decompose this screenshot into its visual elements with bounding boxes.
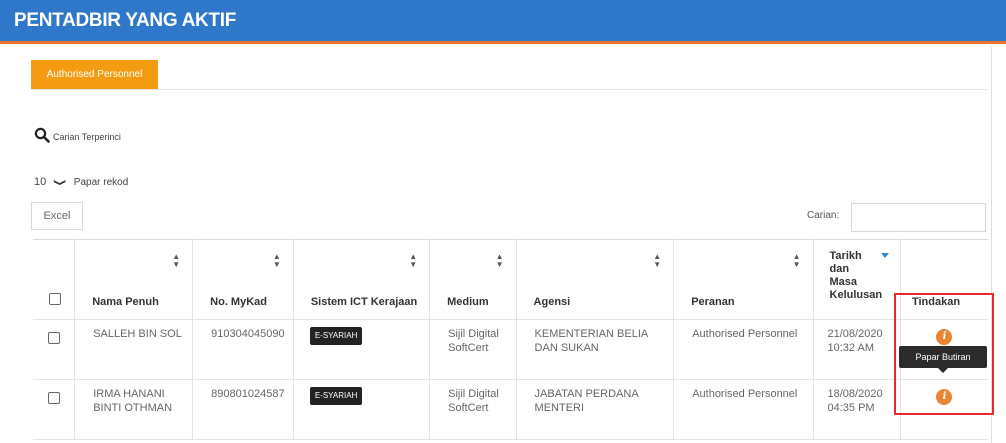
info-icon[interactable]: i [936, 329, 953, 345]
column-header-medium[interactable]: ▲ ▼ Medium [429, 239, 517, 320]
tab-authorised-personnel[interactable]: Authorised Personnel [31, 60, 158, 89]
page-length-label: Papar rekod [73, 176, 129, 188]
excel-export-button[interactable]: Excel [31, 202, 83, 230]
search-label: Carian: [807, 210, 840, 221]
info-icon[interactable]: i [936, 389, 953, 405]
row-checkbox[interactable] [47, 392, 60, 404]
page-length-control: 10 ❯ Papar rekod [34, 176, 128, 188]
cell-peranan: Authorised Personnel [673, 379, 814, 440]
cell-medium: Sijil Digital SoftCert [429, 319, 517, 380]
sort-icon: ▲ ▼ [272, 252, 281, 269]
chevron-down-icon: ❯ [54, 178, 68, 186]
sistem-badge: E-SYARIAH [309, 327, 363, 345]
cell-tarikh: 21/08/2020 10:32 AM [813, 319, 901, 380]
sort-icon: ▲ ▼ [172, 252, 181, 269]
sort-icon: ▲ ▼ [495, 252, 504, 269]
cell-agensi: JABATAN PERDANA MENTERI [516, 379, 675, 440]
search-input[interactable] [851, 203, 986, 232]
sort-icon: ▲ ▼ [653, 252, 662, 269]
table-row: SALLEH BIN SOL 910304045090 E-SYARIAH Si… [33, 319, 988, 380]
sort-icon: ▲ ▼ [409, 252, 418, 269]
sort-desc-icon [880, 253, 889, 258]
tab-bar: Authorised Personnel [31, 60, 988, 90]
page-title: PENTADBIR YANG AKTIF [14, 10, 237, 31]
cell-nama: IRMA HANANI BINTI OTHMAN [74, 379, 194, 440]
column-header-tarikh[interactable]: Tarikh dan Masa Kelulusan [813, 239, 901, 320]
select-all-checkbox[interactable] [49, 293, 61, 305]
page-length-select[interactable]: 10 ❯ [34, 176, 68, 188]
table-row: IRMA HANANI BINTI OTHMAN 890801024587 E-S… [33, 379, 988, 440]
cell-medium: Sijil Digital SoftCert [429, 379, 517, 440]
cell-peranan: Authorised Personnel [673, 319, 814, 380]
column-header-sistem-ict[interactable]: ▲ ▼ Sistem ICT Kerajaan [293, 239, 431, 320]
table-header-row: ▲ ▼ Nama Penuh ▲ ▼ No. MyKad ▲ ▼ Sistem ICT… [33, 239, 988, 320]
advanced-search-toggle[interactable]: Carian Terperinci [34, 125, 121, 145]
column-header-agensi[interactable]: ▲ ▼ Agensi [516, 239, 675, 320]
personnel-table: ▲ ▼ Nama Penuh ▲ ▼ No. MyKad ▲ ▼ Sistem ICT… [33, 239, 988, 440]
advanced-search-label: Carian Terperinci [53, 132, 121, 142]
cell-nama: SALLEH BIN SOL [74, 319, 194, 380]
cell-tarikh: 18/08/2020 04:35 PM [813, 379, 901, 440]
page-length-value: 10 [34, 176, 47, 188]
column-header-peranan[interactable]: ▲ ▼ Peranan [673, 239, 814, 320]
select-all-header [33, 239, 76, 320]
sort-icon: ▲ ▼ [792, 252, 801, 269]
sistem-badge: E-SYARIAH [309, 387, 363, 405]
tooltip: Papar Butiran [899, 346, 987, 373]
divider [991, 47, 992, 443]
search-icon [34, 127, 50, 143]
page-header: PENTADBIR YANG AKTIF [0, 0, 1006, 44]
row-checkbox[interactable] [47, 332, 60, 344]
cell-mykad: 890801024587 [192, 379, 294, 440]
column-header-tindakan: Tindakan [900, 239, 988, 320]
cell-mykad: 910304045090 [192, 319, 294, 380]
cell-agensi: KEMENTERIAN BELIA DAN SUKAN [516, 319, 675, 380]
column-header-nama-penuh[interactable]: ▲ ▼ Nama Penuh [74, 239, 194, 320]
column-header-no-mykad[interactable]: ▲ ▼ No. MyKad [192, 239, 294, 320]
